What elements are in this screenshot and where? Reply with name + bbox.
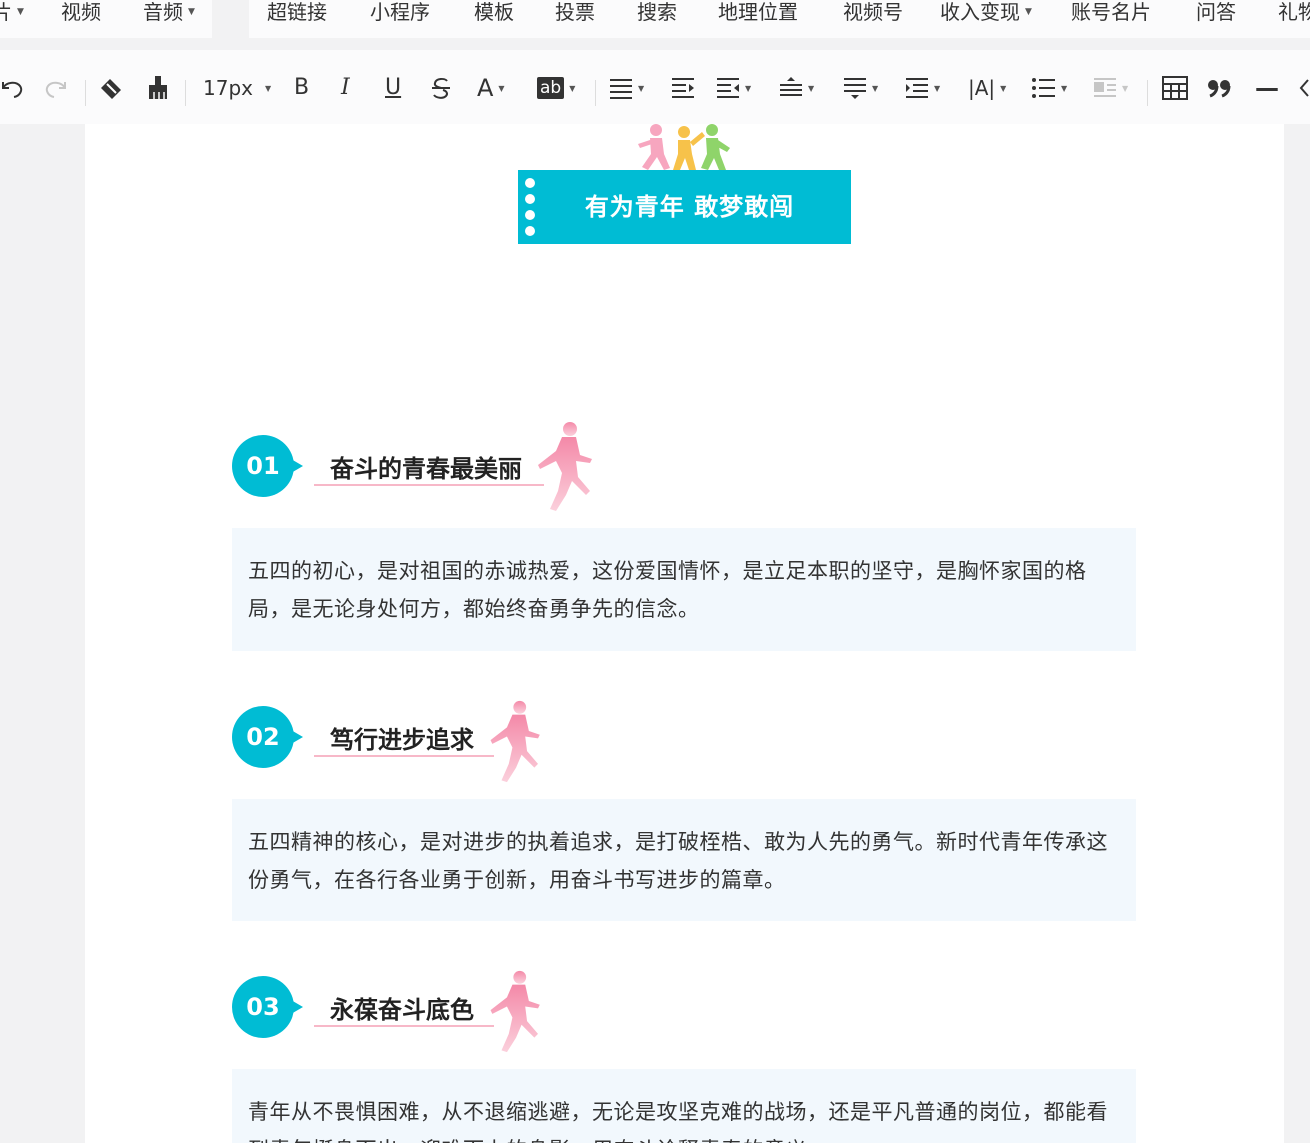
bullet-list-icon bbox=[1032, 78, 1055, 98]
menu-item-image[interactable]: 片 ▼ bbox=[0, 0, 24, 26]
line-height-icon bbox=[844, 78, 866, 99]
banner-title: 有为青年 敢梦敢闯 bbox=[584, 193, 795, 221]
undo-button[interactable] bbox=[0, 72, 24, 104]
redo-icon bbox=[45, 81, 66, 98]
title-banner: 有为青年 敢梦敢闯 bbox=[518, 170, 851, 244]
section-body-text: 五四的初心，是对祖国的赤诚热爱，这份爱国情怀，是立足本职的坚守，是胸怀家国的格局… bbox=[248, 559, 1087, 621]
outdent-button[interactable]: ▼ bbox=[716, 72, 751, 104]
menu-item-vote[interactable]: 投票 bbox=[555, 0, 595, 26]
section-underline bbox=[314, 484, 544, 486]
toolbar-divider bbox=[85, 80, 86, 106]
font-color-button[interactable]: A ▼ bbox=[477, 72, 505, 104]
strikethrough-icon bbox=[432, 77, 450, 99]
code-button[interactable] bbox=[1298, 72, 1310, 104]
toolbar-divider bbox=[185, 80, 186, 106]
section-number-badge: 01 bbox=[232, 435, 303, 497]
runner-silhouette-icon bbox=[490, 700, 540, 783]
section-body-text: 五四精神的核心，是对进步的执着追求，是打破桎梏、敢为人先的勇气。新时代青年传承这… bbox=[248, 830, 1108, 892]
eraser-icon bbox=[101, 79, 121, 99]
quote-icon bbox=[1208, 80, 1231, 98]
list-indent-button[interactable]: ▼ bbox=[905, 72, 940, 104]
runner-silhouette-icon bbox=[538, 422, 592, 511]
underline-button[interactable]: U bbox=[385, 72, 401, 104]
format-toolbar: 17px ▼ B I U A ▼ ab ▼ ▼ ▼ ▼ ▼ ▼ |A| ▼ ▼ ▼ bbox=[0, 50, 1310, 124]
redo-button[interactable] bbox=[44, 72, 68, 104]
section-title: 永葆奋斗底色 bbox=[330, 996, 474, 1024]
menu-item-search[interactable]: 搜索 bbox=[637, 0, 677, 26]
italic-button[interactable]: I bbox=[341, 72, 350, 104]
line-spacing-button[interactable]: ▼ bbox=[843, 72, 878, 104]
paragraph-spacing-button[interactable]: ▼ bbox=[779, 72, 814, 104]
indent-icon bbox=[672, 78, 694, 98]
section-title: 笃行进步追求 bbox=[330, 726, 474, 754]
insert-table-button[interactable] bbox=[1162, 72, 1188, 104]
font-size-select[interactable]: 17px ▼ bbox=[203, 72, 271, 104]
horizontal-rule-button[interactable]: — bbox=[1255, 72, 1279, 104]
strikethrough-button[interactable] bbox=[430, 72, 452, 104]
section-title: 奋斗的青春最美丽 bbox=[330, 455, 522, 483]
youth-figures-illustration bbox=[638, 124, 730, 170]
menu-item-location[interactable]: 地理位置 bbox=[718, 0, 798, 26]
section-number-badge: 03 bbox=[232, 976, 303, 1038]
section-number-badge: 02 bbox=[232, 706, 303, 768]
menu-item-gift[interactable]: 礼物 bbox=[1278, 0, 1310, 26]
quote-button[interactable] bbox=[1207, 72, 1231, 104]
section-body-03: 青年从不畏惧困难，从不退缩逃避，无论是攻坚克难的战场，还是平凡普通的岗位，都能看… bbox=[232, 1069, 1136, 1143]
align-button[interactable]: ▼ bbox=[609, 72, 644, 104]
menu-item-mini-program[interactable]: 小程序 bbox=[370, 0, 430, 26]
bold-button[interactable]: B bbox=[294, 72, 309, 104]
brush-icon bbox=[149, 76, 167, 99]
clear-format-button[interactable] bbox=[146, 72, 170, 104]
float-left-icon bbox=[1094, 78, 1116, 97]
menu-item-account-card[interactable]: 账号名片 bbox=[1071, 0, 1151, 26]
letter-spacing-button[interactable]: |A| ▼ bbox=[968, 72, 1006, 104]
section-underline bbox=[314, 755, 494, 757]
runner-silhouette-icon bbox=[490, 970, 540, 1053]
bullet-list-button[interactable]: ▼ bbox=[1032, 72, 1067, 104]
section-body-01: 五四的初心，是对祖国的赤诚热爱，这份爱国情怀，是立足本职的坚守，是胸怀家国的格局… bbox=[232, 528, 1136, 651]
indent-button[interactable] bbox=[671, 72, 695, 104]
menu-item-hyperlink[interactable]: 超链接 bbox=[267, 0, 327, 26]
editor-document[interactable]: 有为青年 敢梦敢闯 01 奋斗的青春最美丽 五四的初心，是对祖国的赤诚热爱，这份… bbox=[85, 124, 1284, 1143]
menu-group-insert: 超链接 小程序 模板 投票 搜索 地理位置 视频号 收入变现 ▼ 账号名片 问答 … bbox=[249, 0, 1310, 38]
code-icon bbox=[1299, 79, 1309, 97]
outdent-icon bbox=[717, 78, 739, 98]
table-icon bbox=[1162, 76, 1188, 100]
spacing-icon bbox=[780, 77, 802, 96]
menu-group-media: 片 ▼ 视频 音频 ▼ bbox=[0, 0, 212, 38]
toolbar-divider bbox=[595, 80, 596, 106]
menu-item-channels[interactable]: 视频号 bbox=[843, 0, 903, 26]
menu-item-video[interactable]: 视频 bbox=[61, 0, 101, 26]
undo-icon bbox=[2, 81, 23, 98]
section-underline bbox=[314, 1025, 494, 1027]
indent-list-icon bbox=[906, 78, 928, 98]
menu-item-template[interactable]: 模板 bbox=[474, 0, 514, 26]
align-justify-icon bbox=[610, 79, 632, 99]
menu-item-audio[interactable]: 音频 ▼ bbox=[143, 0, 195, 26]
section-body-02: 五四精神的核心，是对进步的执着追求，是打破桎梏、敢为人先的勇气。新时代青年传承这… bbox=[232, 799, 1136, 921]
highlight-color-button[interactable]: ab ▼ bbox=[537, 72, 575, 104]
menu-item-qa[interactable]: 问答 bbox=[1196, 0, 1236, 26]
insert-menu-bar: 片 ▼ 视频 音频 ▼ 超链接 小程序 模板 投票 搜索 地理位置 视频号 收入变现… bbox=[0, 0, 1310, 38]
menu-item-monetize[interactable]: 收入变现 ▼ bbox=[940, 0, 1032, 26]
format-brush-button[interactable] bbox=[97, 72, 125, 104]
float-button[interactable]: ▼ bbox=[1093, 72, 1128, 104]
toolbar-divider bbox=[1147, 80, 1148, 106]
section-body-text: 青年从不畏惧困难，从不退缩逃避，无论是攻坚克难的战场，还是平凡普通的岗位，都能看… bbox=[248, 1100, 1108, 1143]
